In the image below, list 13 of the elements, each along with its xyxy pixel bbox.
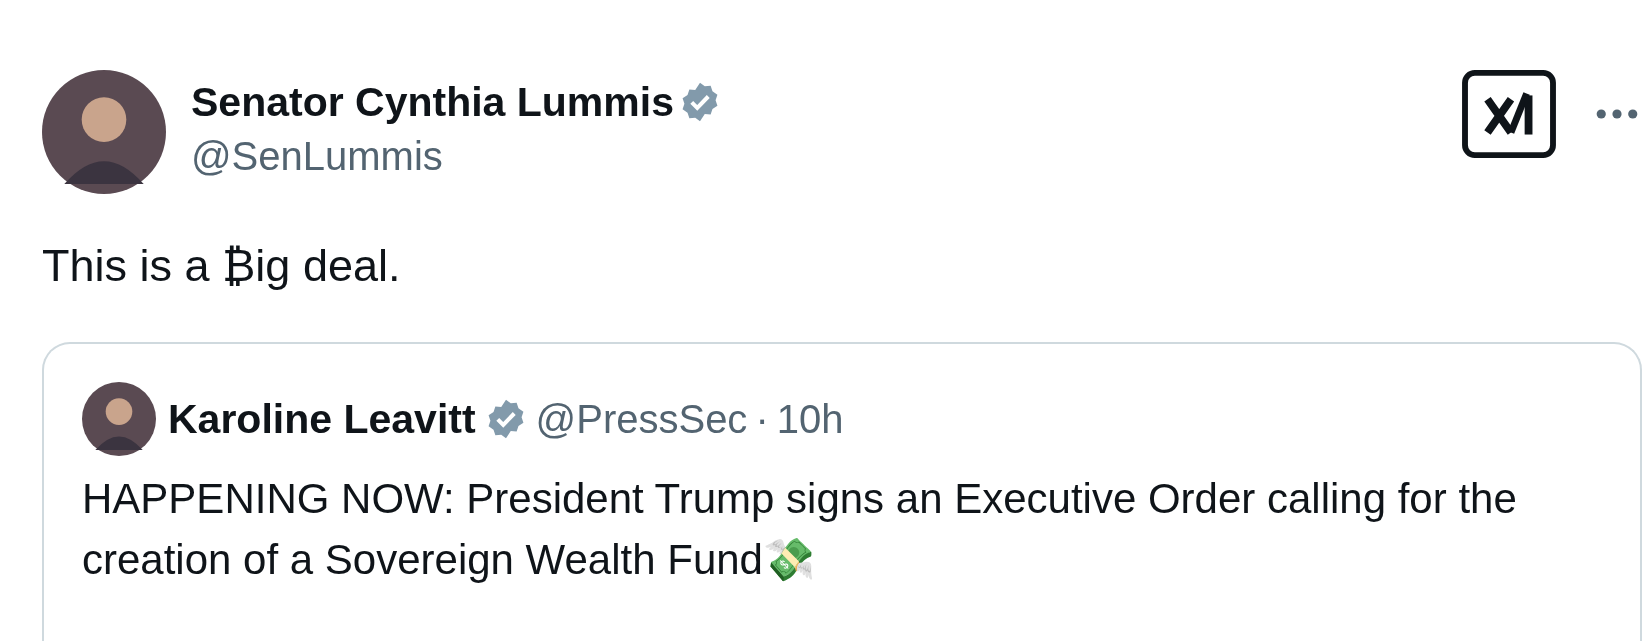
more-icon[interactable] [1596,108,1638,120]
grok-icon[interactable] [1462,70,1556,158]
quoted-post-card[interactable]: Karoline Leavitt @PressSec · 10h HAPPENING NOW: President Trump signs an Executive Order calling for the creation of a Sovereign Wealth Fund💸 [42,342,1642,641]
separator-dot: · [755,396,769,442]
post-text: This is a ₿ig deal. [42,239,402,293]
avatar[interactable] [82,382,156,456]
quoted-post-text: HAPPENING NOW: President Trump signs an Executive Order calling for the creation of a Sovereign Wealth Fund💸 [82,474,1518,585]
quoted-author-name: Karoline Leavitt [168,395,476,443]
author-name[interactable]: Senator Cynthia Lummis [191,78,674,126]
avatar[interactable] [42,70,166,194]
post-time: 10h [776,396,844,442]
author-handle[interactable]: @SenLummis [191,132,722,180]
quoted-author-handle: @PressSec [535,396,748,442]
